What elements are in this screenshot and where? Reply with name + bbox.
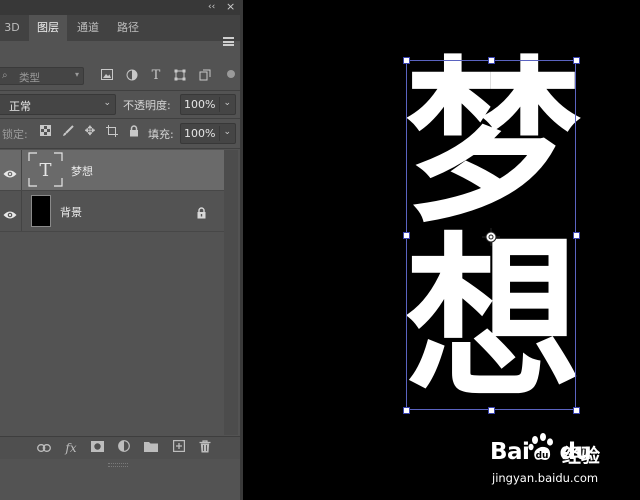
close-panel-button[interactable]: × bbox=[226, 0, 235, 13]
chevron-down-icon: ⌄ bbox=[103, 98, 111, 108]
filter-toggle[interactable] bbox=[227, 70, 235, 78]
panel-menu-icon[interactable] bbox=[223, 37, 234, 46]
lock-row: 锁定: ✥ 填充: 100% ⌄ bbox=[0, 121, 240, 145]
transform-handle-right[interactable] bbox=[573, 232, 580, 239]
watermark-chinese: 经验 bbox=[562, 445, 601, 467]
adjustment-layer-icon[interactable] bbox=[116, 440, 132, 456]
opacity-value: 100% bbox=[184, 98, 216, 111]
filter-kind-label: 类型 bbox=[19, 72, 40, 84]
fx-icon[interactable]: fx bbox=[63, 440, 79, 456]
divider bbox=[219, 97, 220, 112]
panel-tabs: 3D 图层 通道 路径 bbox=[0, 15, 240, 46]
lock-position-icon[interactable]: ✥ bbox=[83, 125, 97, 139]
divider bbox=[0, 90, 240, 91]
visibility-eye-icon[interactable] bbox=[3, 164, 17, 178]
fill-label: 填充: bbox=[148, 128, 174, 141]
layer-name: 背景 bbox=[60, 206, 82, 219]
layers-scrollbar[interactable] bbox=[224, 150, 238, 435]
transform-handle-bottom[interactable] bbox=[488, 407, 495, 414]
link-layers-icon[interactable] bbox=[36, 440, 52, 456]
layer-lock-icon bbox=[196, 204, 208, 219]
transform-handle-bottom-left[interactable] bbox=[403, 407, 410, 414]
panel-resize-grip[interactable] bbox=[0, 460, 240, 468]
tab-layers[interactable]: 图层 bbox=[29, 15, 67, 41]
text-type-icon[interactable]: T bbox=[149, 69, 163, 83]
lock-image-icon[interactable] bbox=[61, 125, 75, 139]
blend-mode-select[interactable]: 正常 ⌄ bbox=[0, 94, 116, 115]
layers-list: T 梦想 背景 bbox=[0, 150, 224, 435]
adjustment-icon[interactable] bbox=[125, 69, 139, 83]
text-layer-thumbnail: T bbox=[28, 152, 63, 187]
panel-edge bbox=[240, 0, 243, 500]
lock-transparent-icon[interactable] bbox=[38, 125, 52, 139]
add-mask-icon[interactable] bbox=[89, 440, 105, 456]
paw-logo-icon: du bbox=[526, 432, 558, 464]
new-group-icon[interactable] bbox=[143, 440, 159, 456]
lock-all-icon[interactable] bbox=[127, 125, 141, 139]
divider bbox=[219, 126, 220, 141]
divider bbox=[0, 148, 240, 149]
visibility-eye-icon[interactable] bbox=[3, 205, 17, 219]
tab-3d[interactable]: 3D bbox=[0, 15, 24, 41]
layers-bottom-toolbar: fx bbox=[0, 436, 240, 459]
watermark-brand-bai: Bai bbox=[490, 439, 530, 465]
shape-icon[interactable] bbox=[173, 69, 187, 83]
panel-top-strip: ‹‹ × bbox=[0, 0, 240, 15]
transform-handle-top[interactable] bbox=[488, 57, 495, 64]
chevron-down-icon[interactable]: ⌄ bbox=[223, 127, 231, 137]
opacity-label: 不透明度: bbox=[123, 99, 171, 112]
transform-handle-top-left[interactable] bbox=[403, 57, 410, 64]
transform-handle-top-right[interactable] bbox=[573, 57, 580, 64]
chevron-down-icon[interactable]: ⌄ bbox=[223, 98, 231, 108]
opacity-input[interactable]: 100% ⌄ bbox=[180, 94, 236, 115]
filter-kind-select[interactable]: ⌕ 类型 ▾ bbox=[0, 67, 84, 85]
lock-label: 锁定: bbox=[2, 128, 28, 141]
lock-artboard-icon[interactable] bbox=[105, 125, 119, 139]
panel-bottom-area bbox=[0, 468, 240, 500]
search-icon: ⌕ bbox=[2, 70, 8, 81]
text-tool-glyph: T bbox=[39, 160, 51, 181]
layer-name: 梦想 bbox=[71, 165, 93, 178]
tab-channels[interactable]: 通道 bbox=[70, 15, 106, 41]
new-layer-icon[interactable] bbox=[171, 440, 187, 456]
baidu-jingyan-watermark: Bai du du 经验 jingyan.baidu.com bbox=[490, 432, 636, 494]
delete-layer-icon[interactable] bbox=[197, 440, 213, 456]
watermark-url: jingyan.baidu.com bbox=[492, 471, 599, 485]
layer-row-text[interactable]: T 梦想 bbox=[0, 150, 224, 190]
fill-value: 100% bbox=[184, 127, 216, 140]
divider bbox=[21, 150, 22, 190]
divider bbox=[21, 191, 22, 231]
image-icon[interactable] bbox=[100, 69, 114, 83]
transform-handle-left[interactable] bbox=[403, 232, 410, 239]
collapse-panel-button[interactable]: ‹‹ bbox=[208, 2, 215, 12]
divider bbox=[0, 118, 240, 119]
blend-row: 正常 ⌄ 不透明度: 100% ⌄ bbox=[0, 92, 240, 116]
smart-object-icon[interactable] bbox=[198, 69, 212, 83]
chevron-down-icon: ▾ bbox=[74, 70, 79, 79]
blend-mode-value: 正常 bbox=[9, 100, 31, 113]
transform-center-crosshair-icon[interactable] bbox=[482, 228, 500, 246]
fill-input[interactable]: 100% ⌄ bbox=[180, 123, 236, 144]
layer-filter-row: ⌕ 类型 ▾ T bbox=[0, 62, 240, 90]
svg-text:du: du bbox=[536, 451, 549, 461]
divider bbox=[0, 231, 224, 232]
background-thumbnail bbox=[31, 195, 51, 227]
transform-handle-bottom-right[interactable] bbox=[573, 407, 580, 414]
tab-paths[interactable]: 路径 bbox=[110, 15, 146, 41]
layer-row-background[interactable]: 背景 bbox=[0, 191, 224, 231]
